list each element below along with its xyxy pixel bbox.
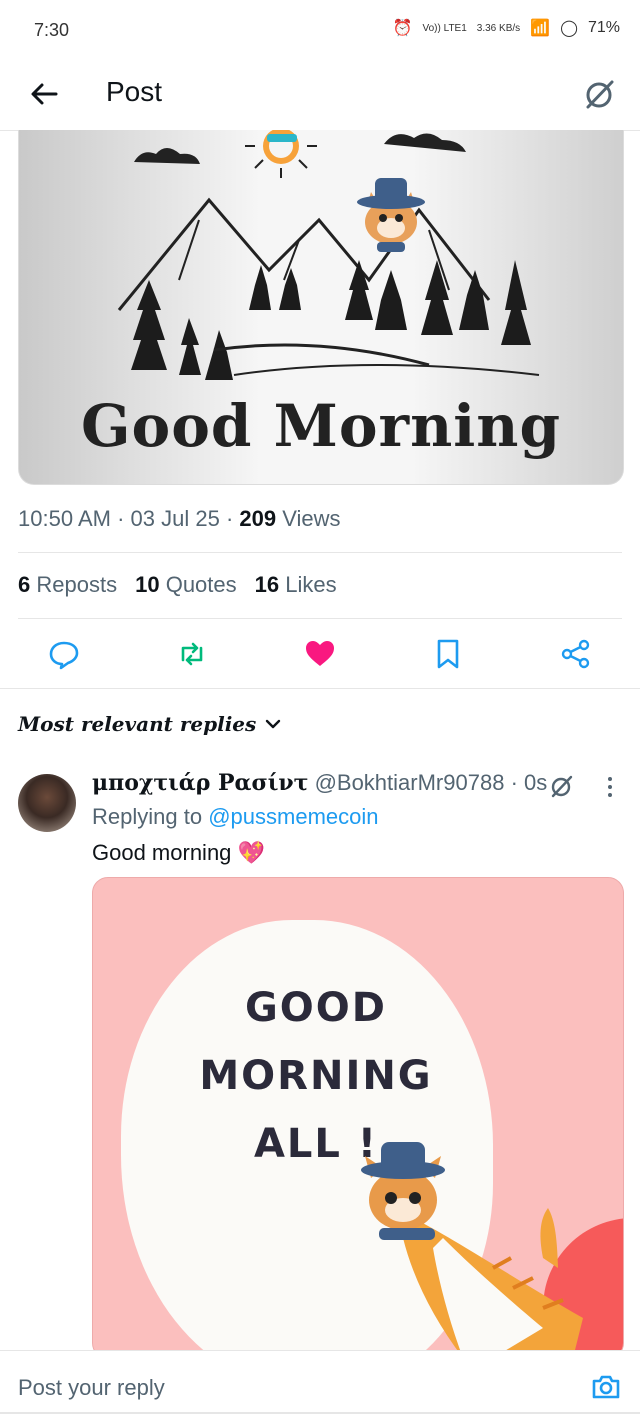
replying-to: Replying to @pussmemecoin xyxy=(92,804,379,830)
post-stats: 6 Reposts 10 Quotes 16 Likes xyxy=(18,572,337,598)
views-label: Views xyxy=(282,506,341,531)
status-bar: 7:30 ⏰ Vo)) LTE1 3.36 KB/s 📶 ◯ 71% xyxy=(0,0,640,60)
action-bar xyxy=(0,636,640,676)
share-icon[interactable] xyxy=(558,636,594,672)
reposts-label: Reposts xyxy=(36,572,118,597)
grok-icon[interactable] xyxy=(580,74,620,114)
post-time: 10:50 AM xyxy=(18,506,111,531)
bookmark-icon[interactable] xyxy=(430,636,466,672)
reply-image[interactable]: GOOD MORNING ALL ! xyxy=(92,877,624,1359)
back-arrow-icon[interactable] xyxy=(24,74,64,114)
more-options-icon[interactable] xyxy=(600,774,620,800)
post-image-text: Good Morning xyxy=(80,392,562,460)
reply-author-name[interactable]: μποχτιάρ Ρασίντ xyxy=(92,770,308,796)
avatar[interactable] xyxy=(18,774,76,832)
reply-author-handle[interactable]: @BokhtiarMr90788 xyxy=(315,770,505,795)
reply-image-line-1: GOOD xyxy=(244,985,388,1031)
status-time: 7:30 xyxy=(34,20,70,40)
replying-to-link[interactable]: @pussmemecoin xyxy=(208,804,378,829)
divider xyxy=(18,552,622,553)
post-date: 03 Jul 25 xyxy=(130,506,220,531)
reply-image-line-2: MORNING xyxy=(199,1053,433,1099)
views-count: 209 xyxy=(239,506,277,531)
reply-sort-label: Most relevant replies xyxy=(18,712,257,736)
alarm-icon: ⏰ xyxy=(392,20,413,37)
reply-input[interactable]: Post your reply xyxy=(18,1375,165,1401)
reposts-stat[interactable]: 6 Reposts xyxy=(18,572,117,598)
likes-label: Likes xyxy=(285,572,337,597)
status-icons: ⏰ Vo)) LTE1 3.36 KB/s 📶 ◯ 71% xyxy=(393,18,620,38)
quotes-count: 10 xyxy=(135,572,160,597)
reply-time: 0s xyxy=(524,770,548,795)
divider xyxy=(0,688,640,689)
home-indicator xyxy=(0,1412,640,1414)
chevron-down-icon xyxy=(266,719,281,729)
likes-count: 16 xyxy=(254,572,280,597)
wifi-icon: 📶 xyxy=(530,20,551,37)
top-app-bar: Post xyxy=(0,60,640,131)
speed-label: 3.36 KB/s xyxy=(476,22,521,34)
cat-mascot-icon xyxy=(361,1142,583,1358)
quotes-label: Quotes xyxy=(165,572,237,597)
reposts-count: 6 xyxy=(18,572,31,597)
reply-sort-dropdown[interactable]: Most relevant replies xyxy=(18,712,282,736)
battery-label: 71% xyxy=(587,19,620,36)
likes-stat[interactable]: 16 Likes xyxy=(255,572,337,598)
cat-mascot-icon xyxy=(357,178,425,252)
reply-header: μποχτιάρ Ρασίντ @BokhtiarMr90788 · 0s xyxy=(92,770,548,796)
battery-icon: ◯ xyxy=(560,20,578,37)
network-label: Vo)) LTE1 xyxy=(422,22,467,34)
post-metadata: 10:50 AM · 03 Jul 25 · 209 Views xyxy=(18,506,341,531)
like-heart-icon[interactable] xyxy=(302,636,338,672)
post-image[interactable]: Good Morning xyxy=(18,130,624,485)
repost-icon[interactable] xyxy=(174,636,210,672)
divider xyxy=(18,618,622,619)
mountain-illustration xyxy=(117,130,540,380)
quotes-stat[interactable]: 10 Quotes xyxy=(135,572,237,598)
grok-icon[interactable] xyxy=(548,772,576,800)
replying-prefix: Replying to xyxy=(92,804,203,829)
page-title: Post xyxy=(106,76,163,107)
camera-icon[interactable] xyxy=(590,1371,622,1403)
reply-text: Good morning 💖 xyxy=(92,840,265,865)
reply-icon[interactable] xyxy=(46,636,82,672)
